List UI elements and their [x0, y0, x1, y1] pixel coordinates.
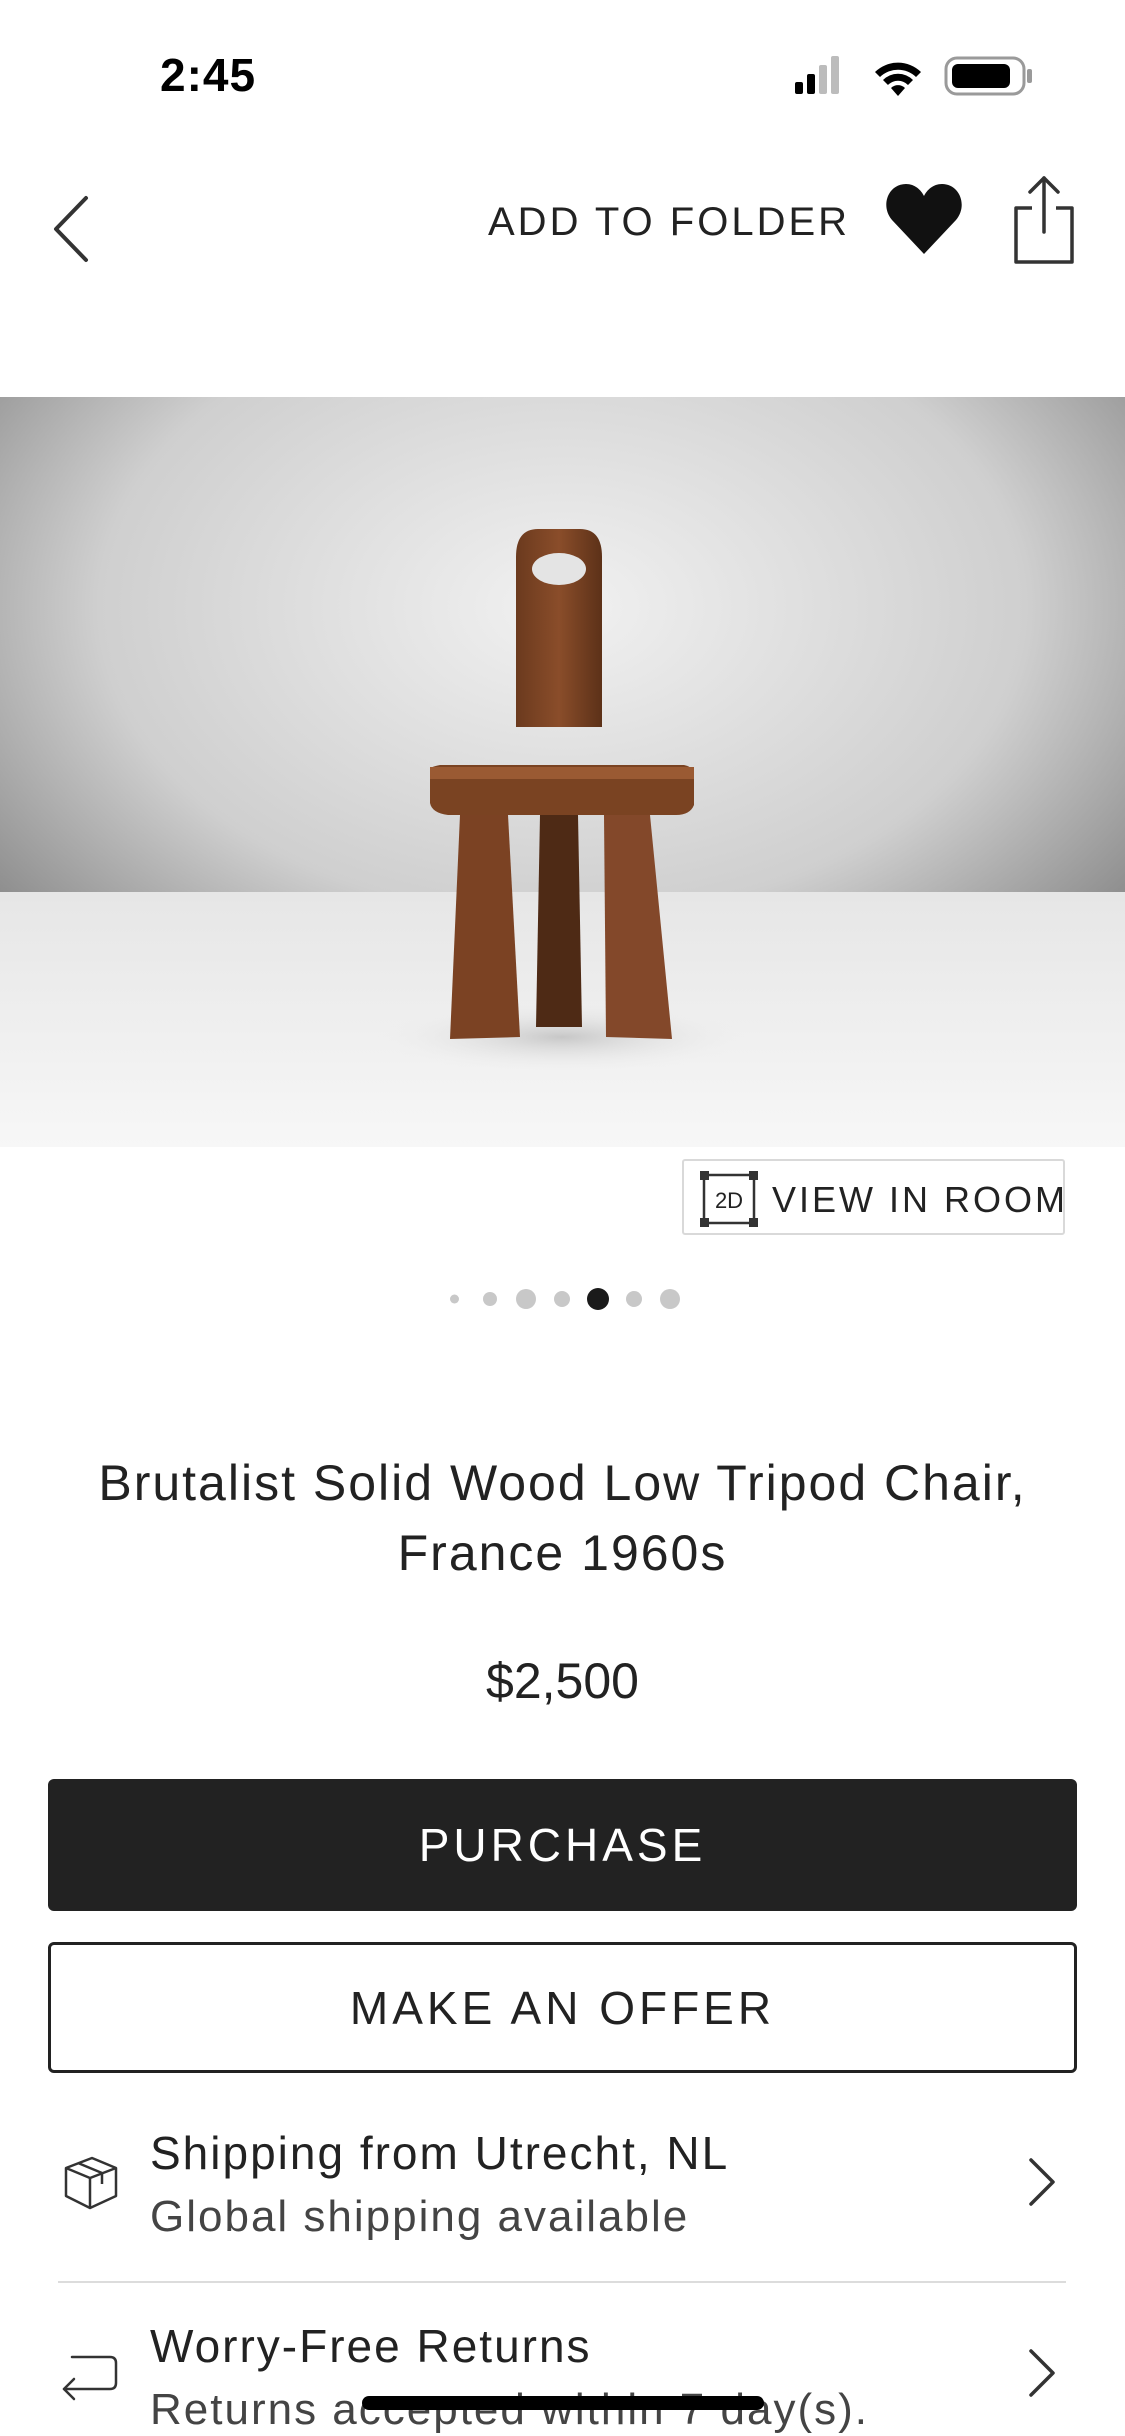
view-in-room-label: VIEW IN ROOM [772, 1179, 1068, 1220]
pager-dot[interactable] [587, 1288, 609, 1310]
pager-dot[interactable] [554, 1291, 570, 1307]
wifi-icon [875, 62, 921, 96]
status-icons [795, 56, 1032, 96]
return-arrow-icon [62, 2355, 118, 2401]
home-indicator[interactable] [362, 2396, 764, 2410]
2d-badge-text: 2D [715, 1188, 743, 1213]
2d-view-icon: 2D [700, 1171, 758, 1227]
favorite-button[interactable] [882, 178, 966, 262]
cellular-signal-icon [795, 56, 839, 94]
chevron-right-icon [1029, 2349, 1055, 2397]
shipping-subtitle: Global shipping available [150, 2192, 690, 2241]
pager-dot[interactable] [483, 1292, 497, 1306]
add-to-folder-button[interactable]: ADD TO FOLDER [488, 200, 850, 245]
share-button[interactable] [1012, 174, 1076, 266]
heart-icon [886, 184, 962, 254]
pager-dot[interactable] [660, 1289, 680, 1309]
pager-dot[interactable] [516, 1289, 536, 1309]
make-offer-button[interactable]: MAKE AN OFFER [48, 1942, 1077, 2073]
returns-row[interactable]: Worry-Free Returns Returns accepted with… [0, 2283, 1125, 2436]
nav-bar: ADD TO FOLDER [0, 160, 1125, 280]
product-image[interactable] [0, 397, 1125, 1147]
chevron-right-icon [1029, 2158, 1055, 2206]
pager-dot[interactable] [626, 1291, 642, 1307]
returns-title: Worry-Free Returns [150, 2320, 592, 2372]
status-bar: 2:45 [0, 0, 1125, 150]
purchase-button[interactable]: PURCHASE [48, 1779, 1077, 1911]
status-time: 2:45 [160, 49, 257, 101]
back-button[interactable] [40, 184, 110, 274]
shipping-row[interactable]: Shipping from Utrecht, NL Global shippin… [0, 2092, 1125, 2282]
view-in-room-button[interactable]: 2D VIEW IN ROOM [682, 1159, 1065, 1235]
pager-dot[interactable] [449, 1294, 459, 1304]
chevron-left-icon [54, 196, 88, 262]
product-price: $2,500 [486, 1653, 639, 1709]
share-icon [1014, 176, 1074, 264]
product-title: Brutalist Solid Wood Low Tripod Chair, F… [98, 1455, 1027, 1581]
chair-photo [0, 397, 1125, 1147]
shipping-title: Shipping from Utrecht, NL [150, 2127, 730, 2179]
returns-subtitle: Returns accepted within 7 day(s). [150, 2385, 869, 2434]
package-icon [64, 2156, 118, 2210]
battery-icon [944, 56, 1032, 96]
image-pager [440, 1283, 685, 1315]
